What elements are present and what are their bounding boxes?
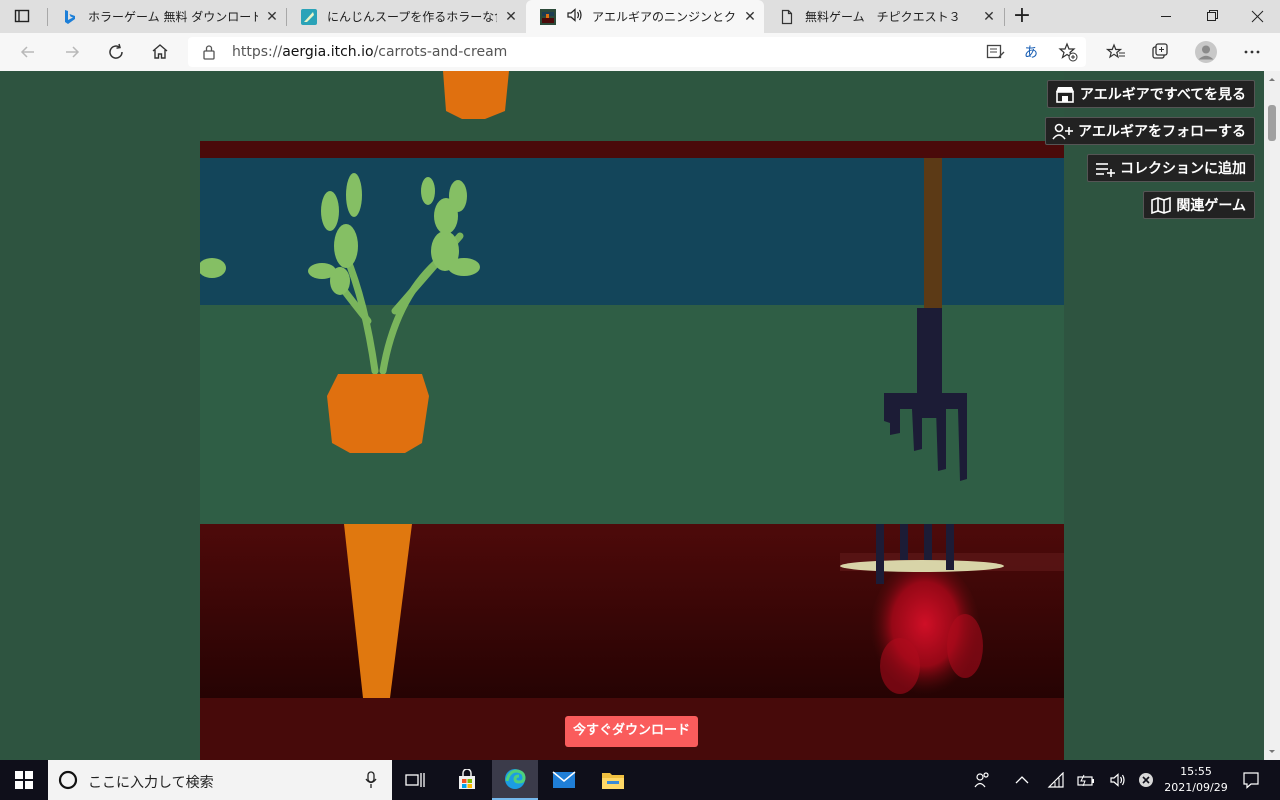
- task-view-icon[interactable]: [392, 760, 438, 800]
- itch-icon: [540, 8, 556, 25]
- itch-page: アエルギアですべてを見る アエルギアをフォローする コレクションに追加 関連ゲー…: [0, 71, 1264, 760]
- page-icon: [779, 9, 795, 25]
- add-favorite-icon[interactable]: [1058, 42, 1078, 66]
- close-tab-icon[interactable]: ✕: [736, 9, 764, 25]
- taskbar-search[interactable]: ここに入力して検索: [48, 760, 392, 800]
- read-aloud-icon[interactable]: あ: [1024, 42, 1038, 62]
- clock-time: 15:55: [1180, 765, 1212, 778]
- tab-actions-icon[interactable]: [14, 8, 30, 24]
- minimize-icon[interactable]: [1143, 0, 1189, 33]
- search-placeholder: ここに入力して検索: [88, 775, 214, 791]
- store-icon: [1055, 87, 1074, 103]
- show-hidden-icons-icon[interactable]: [1005, 760, 1039, 800]
- back-icon[interactable]: [14, 39, 42, 65]
- restore-icon[interactable]: [1189, 0, 1235, 33]
- forward-icon[interactable]: [58, 39, 86, 65]
- download-now-button[interactable]: 今すぐダウンロード: [565, 716, 698, 747]
- windows-taskbar: ここに入力して検索 15:55 2021/09/29: [0, 760, 1280, 800]
- cortana-icon: [58, 770, 78, 794]
- close-tab-icon[interactable]: ✕: [258, 9, 286, 25]
- refresh-icon[interactable]: [102, 39, 130, 65]
- favorites-icon[interactable]: [1102, 39, 1130, 65]
- tab-bing-search[interactable]: ホラーゲーム 無料 ダウンロードなし - B ✕: [48, 0, 286, 33]
- collection-icon: [1096, 163, 1115, 177]
- clock[interactable]: 15:55 2021/09/29: [1160, 764, 1232, 796]
- speaker-icon[interactable]: [566, 7, 584, 26]
- follow-aergia-button[interactable]: アエルギアをフォローする: [1045, 117, 1255, 145]
- tab-chipiquest[interactable]: 無料ゲーム チピクエスト３ ✕: [765, 0, 1003, 33]
- close-tab-icon[interactable]: ✕: [497, 9, 525, 25]
- tab-carrots-and-cream[interactable]: アエルギアのニンジンとクリーム ✕: [526, 0, 764, 33]
- settings-more-icon[interactable]: [1238, 39, 1266, 65]
- url-text[interactable]: https://aergia.itch.io/carrots-and-cream: [232, 44, 507, 60]
- map-icon: [1151, 196, 1172, 214]
- lock-icon[interactable]: [202, 44, 216, 64]
- game-canvas[interactable]: [200, 71, 1064, 760]
- new-tab-button[interactable]: +: [1008, 2, 1036, 30]
- collections-icon[interactable]: [1146, 39, 1174, 65]
- battery-icon[interactable]: [1072, 760, 1102, 800]
- related-games-button[interactable]: 関連ゲーム: [1143, 191, 1255, 219]
- mail-icon[interactable]: [541, 760, 587, 800]
- follow-icon: [1052, 123, 1073, 140]
- notifications-icon[interactable]: [1234, 760, 1268, 800]
- people-icon[interactable]: [962, 760, 1002, 800]
- file-explorer-icon[interactable]: [590, 760, 636, 800]
- microphone-icon[interactable]: [364, 771, 378, 793]
- profile-avatar-icon[interactable]: [1192, 39, 1220, 65]
- volume-icon[interactable]: [1103, 760, 1133, 800]
- home-icon[interactable]: [146, 39, 174, 65]
- vertical-scrollbar[interactable]: [1264, 71, 1280, 760]
- wifi-icon[interactable]: [1040, 760, 1072, 800]
- immersive-reader-icon[interactable]: [986, 43, 1006, 65]
- site-icon: [301, 8, 317, 25]
- bing-icon: [62, 9, 78, 25]
- windows-start-icon[interactable]: [0, 760, 48, 800]
- tab-strip: ホラーゲーム 無料 ダウンロードなし - B ✕ にんじんスープを作るホラーな食…: [0, 0, 1280, 33]
- tab-carrot-soup[interactable]: にんじんスープを作るホラーな食べ物ゲ ✕: [287, 0, 525, 33]
- add-to-collection-button[interactable]: コレクションに追加: [1087, 154, 1255, 182]
- clock-date: 2021/09/29: [1164, 781, 1228, 794]
- close-tab-icon[interactable]: ✕: [975, 9, 1003, 25]
- address-toolbar: https://aergia.itch.io/carrots-and-cream…: [0, 33, 1280, 72]
- view-all-by-aergia-button[interactable]: アエルギアですべてを見る: [1046, 80, 1255, 108]
- address-bar[interactable]: https://aergia.itch.io/carrots-and-cream…: [188, 37, 1086, 67]
- microsoft-store-icon[interactable]: [444, 760, 490, 800]
- edge-browser-icon[interactable]: [492, 760, 538, 800]
- close-window-icon[interactable]: [1235, 0, 1280, 33]
- input-indicator-icon[interactable]: [1133, 760, 1159, 800]
